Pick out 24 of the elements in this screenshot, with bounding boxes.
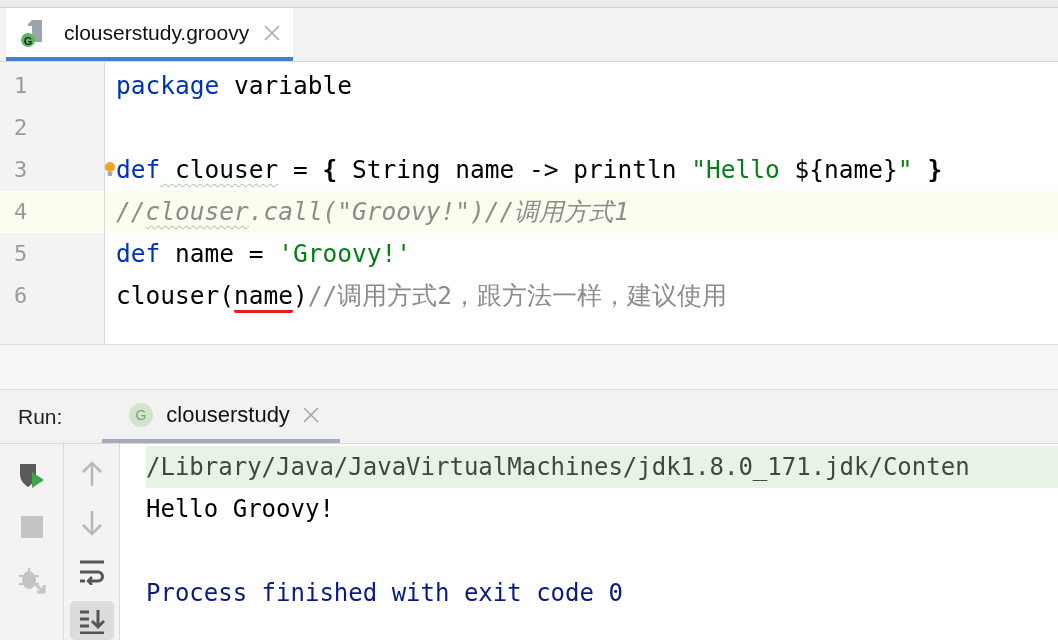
scroll-to-end-icon[interactable]: [78, 607, 105, 634]
run-label: Run:: [18, 404, 63, 429]
editor-tab[interactable]: G clouserstudy.groovy: [6, 8, 294, 61]
close-icon[interactable]: [301, 405, 320, 424]
down-arrow-icon[interactable]: [79, 509, 104, 536]
line-number: 2: [13, 114, 29, 142]
toolbar-button[interactable]: [69, 601, 114, 640]
console-line: Hello Groovy!: [146, 494, 335, 525]
code-line: def name = 'Groovy!': [116, 238, 412, 270]
line-number: 4: [0, 191, 104, 233]
line-number: 6: [13, 282, 29, 310]
soft-wrap-icon[interactable]: [78, 558, 105, 585]
code-line: package variable: [116, 70, 353, 102]
code-line: clouser(name)//调用方式2，跟方法一样，建议使用: [116, 275, 728, 317]
code-line: //clouser.call("Groovy!")//调用方式1: [116, 196, 630, 228]
code-line: def clouser = { String name -> println "Hello ${name}" }: [116, 154, 943, 186]
line-number: 3: [13, 156, 29, 184]
line-number: 5: [13, 240, 29, 268]
lightbulb-icon[interactable]: [104, 160, 116, 178]
groovy-file-icon: G: [128, 401, 155, 428]
console-line: Process finished with exit code 0: [146, 578, 624, 609]
stop-icon[interactable]: [20, 516, 43, 538]
close-icon[interactable]: [263, 23, 282, 42]
line-number: 1: [13, 72, 29, 100]
